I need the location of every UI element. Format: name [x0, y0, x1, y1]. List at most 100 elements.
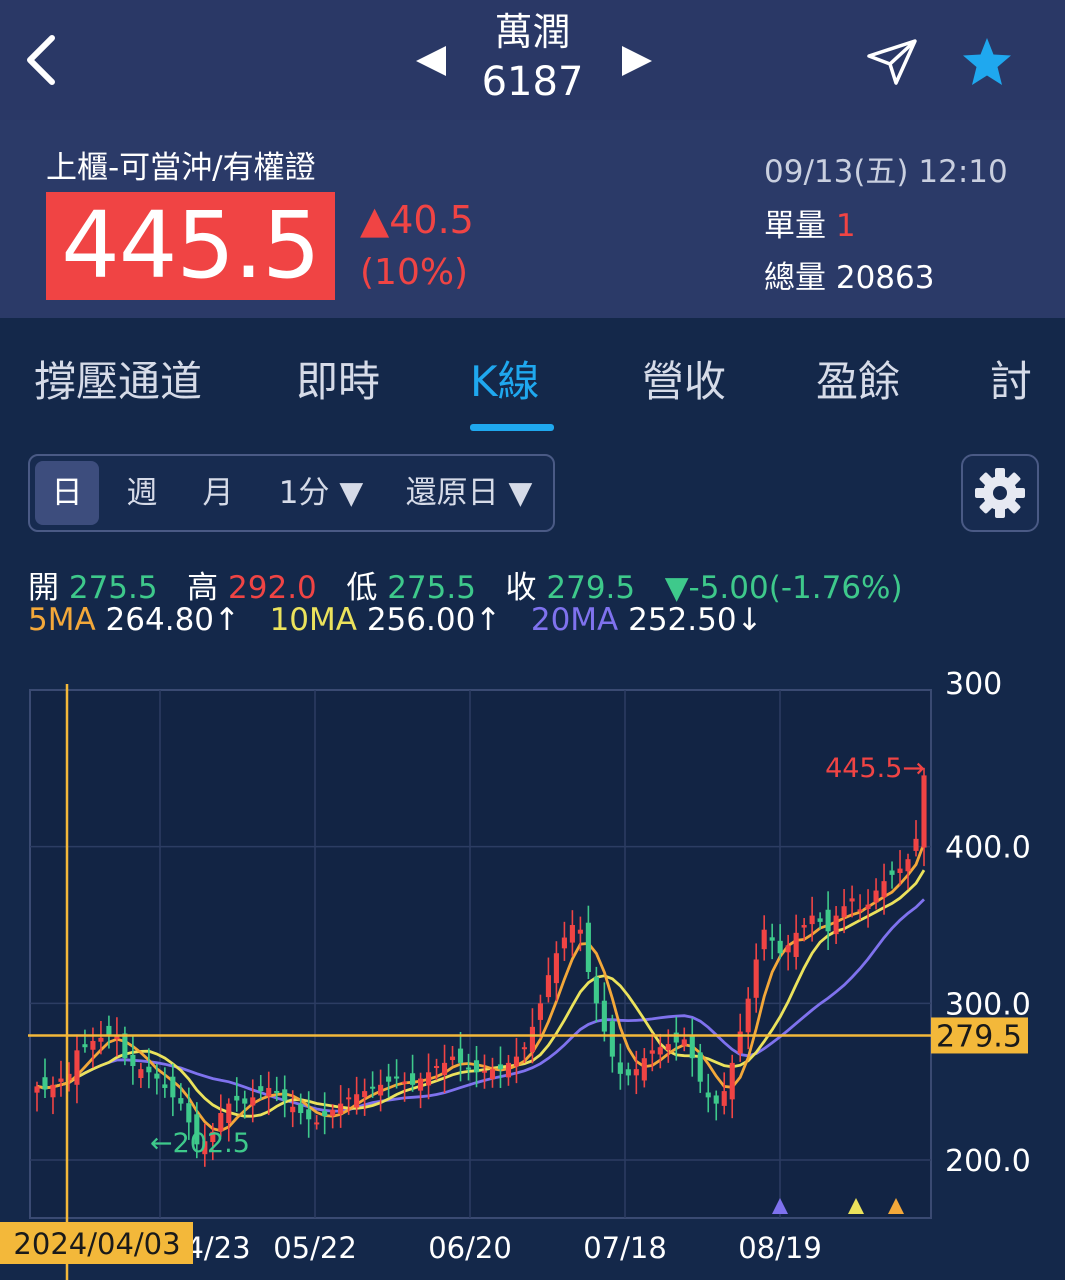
- tab-realtime[interactable]: 即時: [296, 348, 380, 409]
- period-selector: 日 週 月 1分 ▼ 還原日 ▼: [28, 454, 555, 532]
- close-value: 279.5: [546, 570, 636, 606]
- back-chevron-icon[interactable]: [22, 32, 62, 88]
- price-change: ▲40.5: [360, 198, 474, 242]
- candle-body: [154, 1073, 160, 1079]
- y-tick-label: 300.0: [945, 987, 1031, 1022]
- low-value: 275.5: [387, 570, 476, 606]
- period-day[interactable]: 日: [35, 461, 99, 525]
- x-tick-label: 05/22: [273, 1231, 357, 1265]
- tab-kline[interactable]: K線: [470, 348, 540, 409]
- candle-body: [801, 925, 807, 928]
- total-volume-value: 20863: [835, 260, 935, 296]
- candle-body: [457, 1048, 464, 1063]
- candle-body: [42, 1077, 48, 1090]
- candle-body: [370, 1086, 376, 1089]
- candle-body: [665, 1044, 671, 1051]
- candle-body: [569, 925, 575, 943]
- candle-body: [537, 1003, 543, 1020]
- candle-body: [545, 975, 551, 998]
- candle-body: [130, 1054, 136, 1067]
- candle-body: [705, 1092, 711, 1098]
- candle-body: [857, 909, 863, 912]
- y-tick-label-top: 300: [945, 667, 1002, 702]
- top-bar: 萬潤 6187: [0, 0, 1065, 120]
- candle-body: [162, 1084, 168, 1088]
- ma20-label: 20MA: [530, 602, 619, 638]
- price-change-pct: (10%): [360, 252, 469, 293]
- adjusted-day-dropdown[interactable]: 還原日 ▼: [394, 456, 544, 530]
- quote-panel: 上櫃-可當沖/有權證 445.5 ▲40.5 (10%) 09/13(五) 12…: [0, 120, 1065, 318]
- candle-body: [785, 945, 791, 953]
- candle-body: [593, 976, 599, 1004]
- candle-body: [170, 1076, 176, 1098]
- candle-body: [346, 1097, 352, 1100]
- period-minute-dropdown[interactable]: 1分 ▼: [266, 456, 376, 530]
- low-label: 低: [346, 570, 378, 606]
- ma10-label: 10MA: [269, 602, 357, 638]
- candle-body: [426, 1072, 432, 1086]
- candle-body: [481, 1070, 488, 1073]
- candle-body: [354, 1094, 360, 1108]
- candle-body: [881, 881, 887, 898]
- ohlc-change: ▼-5.00(-1.76%): [664, 570, 903, 606]
- ma20-value: 252.50↓: [628, 602, 763, 638]
- candle-body: [641, 1058, 647, 1081]
- tab-earnings[interactable]: 盈餘: [816, 348, 900, 409]
- tab-discussion[interactable]: 討: [990, 348, 1032, 409]
- candle-body: [274, 1090, 280, 1093]
- x-tick-label: 06/20: [428, 1231, 512, 1265]
- tab-support-resistance[interactable]: 撐壓通道: [34, 348, 202, 409]
- period-week[interactable]: 週: [110, 456, 174, 530]
- candle-body: [394, 1076, 400, 1079]
- candle-body: [697, 1052, 703, 1082]
- ma5-label: 5MA: [28, 602, 96, 638]
- chart-settings-button[interactable]: [961, 454, 1039, 532]
- y-tick-label: 200.0: [945, 1144, 1031, 1179]
- x-tick-label: 07/18: [583, 1231, 667, 1265]
- candle-body: [226, 1103, 232, 1124]
- candle-body: [50, 1084, 56, 1098]
- candle-body: [761, 929, 767, 950]
- y-tick-label: 400.0: [945, 831, 1031, 866]
- candle-body: [753, 959, 759, 998]
- candle-body: [905, 859, 911, 872]
- active-tab-indicator: [470, 424, 554, 431]
- quote-datetime: 09/13(五) 12:10: [764, 154, 1008, 190]
- candle-body: [386, 1076, 392, 1082]
- open-label: 開: [28, 570, 59, 606]
- candle-body: [298, 1104, 304, 1114]
- candle-body: [825, 909, 831, 932]
- candle-body: [146, 1066, 152, 1073]
- candle-body: [913, 838, 919, 851]
- candle-body: [769, 937, 775, 941]
- candle-body: [609, 1021, 615, 1057]
- candle-body: [513, 1056, 520, 1067]
- candle-body: [489, 1069, 496, 1080]
- close-label: 收: [505, 570, 537, 606]
- candle-body: [378, 1084, 384, 1096]
- candle-body: [809, 915, 815, 925]
- candle-body: [433, 1066, 440, 1069]
- candle-body: [338, 1103, 344, 1115]
- next-stock-arrow-icon[interactable]: [620, 44, 654, 78]
- favorite-star-icon[interactable]: [960, 36, 1014, 88]
- gear-icon: [975, 468, 1025, 518]
- candle-body: [521, 1047, 528, 1050]
- candle-body: [889, 870, 895, 875]
- crosshair-date-label: 2024/04/03: [13, 1227, 180, 1261]
- kline-chart[interactable]: 300 400.0 300.0 200.0 279.5 4/23 05/22 06/20 07/…: [0, 660, 1065, 1280]
- period-month[interactable]: 月: [186, 456, 250, 530]
- candle-body: [497, 1064, 504, 1070]
- candle-body: [314, 1122, 320, 1125]
- ma-summary: 5MA 264.80↑ 10MA 256.00↑ 20MA 252.50↓: [28, 602, 763, 638]
- tab-bar: 撐壓通道 即時 K線 營收 盈餘 討: [0, 318, 1065, 436]
- candle-body: [473, 1060, 480, 1073]
- candle-body: [793, 932, 799, 957]
- candle-body: [865, 904, 871, 909]
- candle-body: [729, 1062, 735, 1100]
- share-send-icon[interactable]: [866, 38, 918, 86]
- tab-revenue[interactable]: 營收: [642, 348, 726, 409]
- candle-body: [745, 998, 751, 1033]
- last-price: 445.5: [46, 192, 335, 300]
- candle-body: [921, 775, 927, 848]
